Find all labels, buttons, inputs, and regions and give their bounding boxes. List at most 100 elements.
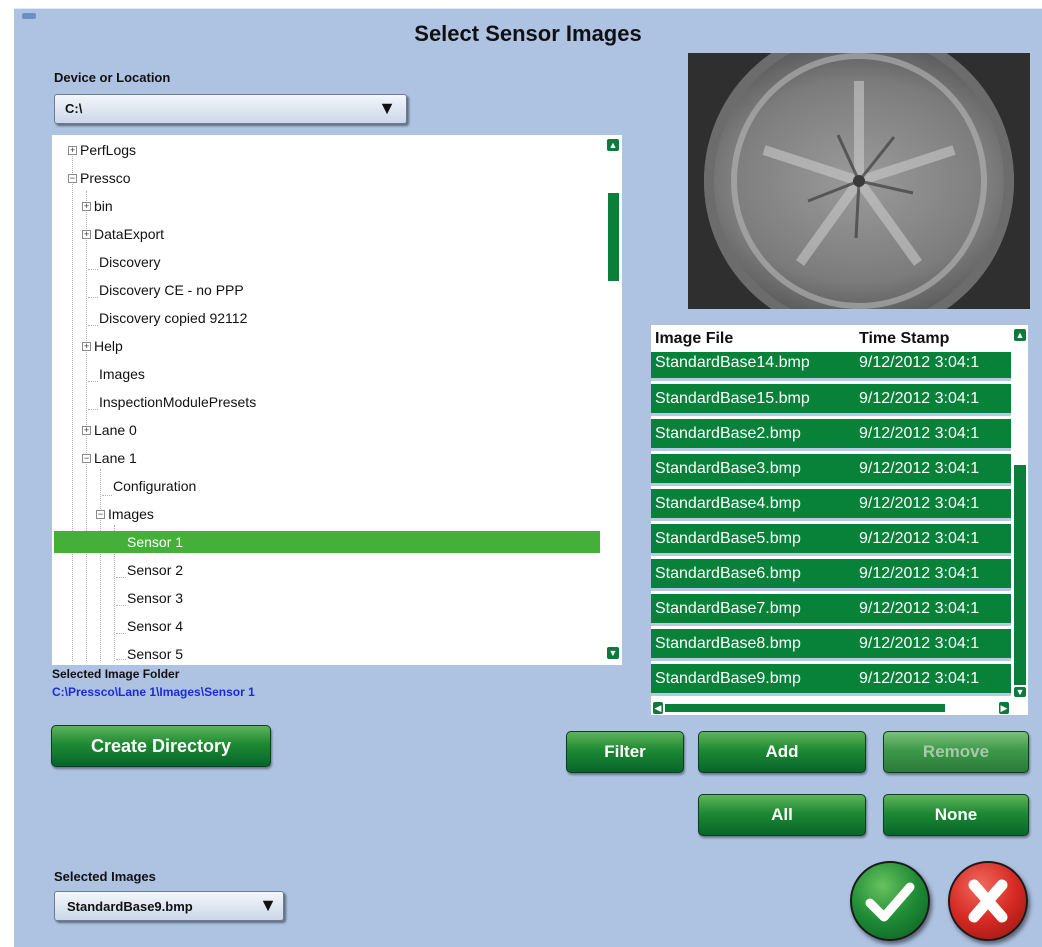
tree-node-discovery-ce[interactable]: Discovery CE - no PPP: [99, 279, 244, 301]
plus-box-icon[interactable]: +: [82, 202, 91, 211]
x-icon: [968, 879, 1008, 923]
tree-node-dataexport[interactable]: + DataExport: [82, 223, 164, 245]
filter-button[interactable]: Filter: [566, 731, 684, 773]
file-name: StandardBase5.bmp: [655, 530, 801, 547]
add-button[interactable]: Add: [698, 731, 866, 773]
sensor-image-preview: [688, 53, 1030, 309]
tree-node-pressco[interactable]: − Pressco: [68, 167, 131, 189]
tree-node-sensor-3[interactable]: Sensor 3: [127, 587, 183, 609]
select-sensor-images-dialog: Select Sensor Images Device or Location …: [14, 8, 1042, 947]
select-all-button[interactable]: All: [698, 794, 866, 836]
tree-guide-line: [100, 469, 101, 661]
folder-tree[interactable]: + PerfLogs − Pressco + bin + DataExport Disc…: [52, 135, 622, 665]
tree-node-label: Configuration: [113, 478, 197, 494]
selected-folder-label: Selected Image Folder: [52, 667, 180, 681]
ok-button[interactable]: [850, 861, 930, 941]
tree-connector: [88, 409, 98, 410]
file-time: 9/12/2012 3:04:1: [859, 530, 980, 547]
tree-node-lane1-images[interactable]: − Images: [96, 503, 154, 525]
window-corner-mark: [22, 13, 36, 19]
tree-connector: [88, 297, 98, 298]
image-file-list[interactable]: Image File Time Stamp StandardBase14.bmp…: [651, 325, 1028, 715]
create-directory-button[interactable]: Create Directory: [51, 725, 271, 767]
plus-box-icon[interactable]: +: [82, 230, 91, 239]
file-time: 9/12/2012 3:04:1: [859, 565, 980, 582]
file-row[interactable]: StandardBase9.bmp 9/12/2012 3:04:1: [651, 664, 1011, 696]
scroll-down-icon[interactable]: ▼: [607, 647, 619, 659]
file-name: StandardBase9.bmp: [655, 670, 801, 687]
file-time: 9/12/2012 3:04:1: [859, 635, 980, 652]
plus-box-icon[interactable]: +: [82, 342, 91, 351]
scroll-left-icon[interactable]: ◀: [653, 702, 663, 714]
file-time: 9/12/2012 3:04:1: [859, 600, 980, 617]
file-row[interactable]: StandardBase7.bmp 9/12/2012 3:04:1: [651, 594, 1011, 626]
file-row[interactable]: StandardBase3.bmp 9/12/2012 3:04:1: [651, 454, 1011, 486]
tree-node-label: bin: [94, 198, 113, 214]
tree-node-lane-0[interactable]: + Lane 0: [82, 419, 137, 441]
scroll-thumb[interactable]: [608, 193, 619, 281]
file-row[interactable]: StandardBase4.bmp 9/12/2012 3:04:1: [651, 489, 1011, 521]
column-header-time-stamp[interactable]: Time Stamp: [859, 330, 949, 348]
file-time: 9/12/2012 3:04:1: [859, 495, 980, 512]
scroll-thumb[interactable]: [1014, 465, 1026, 685]
file-row[interactable]: StandardBase6.bmp 9/12/2012 3:04:1: [651, 559, 1011, 591]
tree-node-discovery[interactable]: Discovery: [99, 251, 160, 273]
tree-node-label: Images: [108, 506, 154, 522]
file-time: 9/12/2012 3:04:1: [859, 670, 980, 687]
scroll-up-icon[interactable]: ▲: [607, 139, 619, 151]
tree-node-help[interactable]: + Help: [82, 335, 123, 357]
file-name: StandardBase14.bmp: [655, 354, 810, 371]
file-name: StandardBase7.bmp: [655, 600, 801, 617]
scroll-right-icon[interactable]: ▶: [999, 702, 1009, 714]
cancel-button[interactable]: [948, 861, 1028, 941]
file-row[interactable]: StandardBase8.bmp 9/12/2012 3:04:1: [651, 629, 1011, 661]
remove-button[interactable]: Remove: [883, 731, 1029, 773]
file-list-vertical-scrollbar[interactable]: ▲ ▼: [1012, 325, 1028, 699]
file-row[interactable]: StandardBase2.bmp 9/12/2012 3:04:1: [651, 419, 1011, 451]
plus-box-icon[interactable]: +: [68, 146, 77, 155]
tree-node-sensor-4[interactable]: Sensor 4: [127, 615, 183, 637]
file-time: 9/12/2012 3:04:1: [859, 425, 980, 442]
file-name: StandardBase3.bmp: [655, 460, 801, 477]
dialog-title: Select Sensor Images: [414, 21, 642, 46]
column-header-image-file[interactable]: Image File: [655, 330, 733, 348]
file-row[interactable]: StandardBase14.bmp 9/12/2012 3:04:1: [651, 352, 1011, 381]
tree-node-label: Sensor 5: [127, 646, 184, 662]
minus-box-icon[interactable]: −: [96, 510, 105, 519]
scroll-up-icon[interactable]: ▲: [1014, 329, 1026, 341]
tree-node-images[interactable]: Images: [99, 363, 145, 385]
device-location-dropdown[interactable]: C:\ ▼: [54, 94, 407, 124]
scroll-down-icon[interactable]: ▼: [1014, 687, 1026, 697]
minus-box-icon[interactable]: −: [82, 454, 91, 463]
selected-images-label: Selected Images: [54, 869, 156, 884]
tree-node-lane-1[interactable]: − Lane 1: [82, 447, 137, 469]
select-none-button[interactable]: None: [883, 794, 1029, 836]
tree-node-perflogs[interactable]: + PerfLogs: [68, 139, 136, 161]
tree-node-label: Help: [94, 338, 123, 354]
file-row[interactable]: StandardBase5.bmp 9/12/2012 3:04:1: [651, 524, 1011, 556]
tree-vertical-scrollbar[interactable]: ▲ ▼: [604, 135, 622, 665]
tree-connector: [116, 605, 126, 606]
tree-guide-line: [72, 151, 73, 661]
tree-connector: [88, 381, 98, 382]
tree-node-inspection-module-presets[interactable]: InspectionModulePresets: [99, 391, 256, 413]
tree-node-bin[interactable]: + bin: [82, 195, 113, 217]
tree-node-sensor-2[interactable]: Sensor 2: [127, 559, 183, 581]
tree-node-sensor-5[interactable]: Sensor 5: [127, 643, 183, 665]
tree-node-label: Sensor 2: [127, 562, 184, 578]
file-name: StandardBase8.bmp: [655, 635, 801, 652]
file-row[interactable]: StandardBase15.bmp 9/12/2012 3:04:1: [651, 384, 1011, 416]
plus-box-icon[interactable]: +: [82, 426, 91, 435]
file-list-horizontal-scrollbar[interactable]: ◀ ▶: [651, 701, 1028, 715]
file-list-header: Image File Time Stamp: [651, 325, 1011, 353]
scroll-thumb[interactable]: [665, 704, 945, 712]
tree-node-configuration[interactable]: Configuration: [113, 475, 196, 497]
tree-connector: [102, 495, 112, 496]
minus-box-icon[interactable]: −: [68, 174, 77, 183]
tree-node-sensor-1[interactable]: Sensor 1: [54, 531, 600, 553]
tree-node-label: Sensor 1: [127, 534, 184, 550]
tree-node-label: Lane 0: [94, 422, 137, 438]
tree-node-discovery-copied[interactable]: Discovery copied 92112: [99, 307, 247, 329]
selected-images-dropdown[interactable]: StandardBase9.bmp ▼: [54, 891, 284, 921]
file-name: StandardBase4.bmp: [655, 495, 801, 512]
